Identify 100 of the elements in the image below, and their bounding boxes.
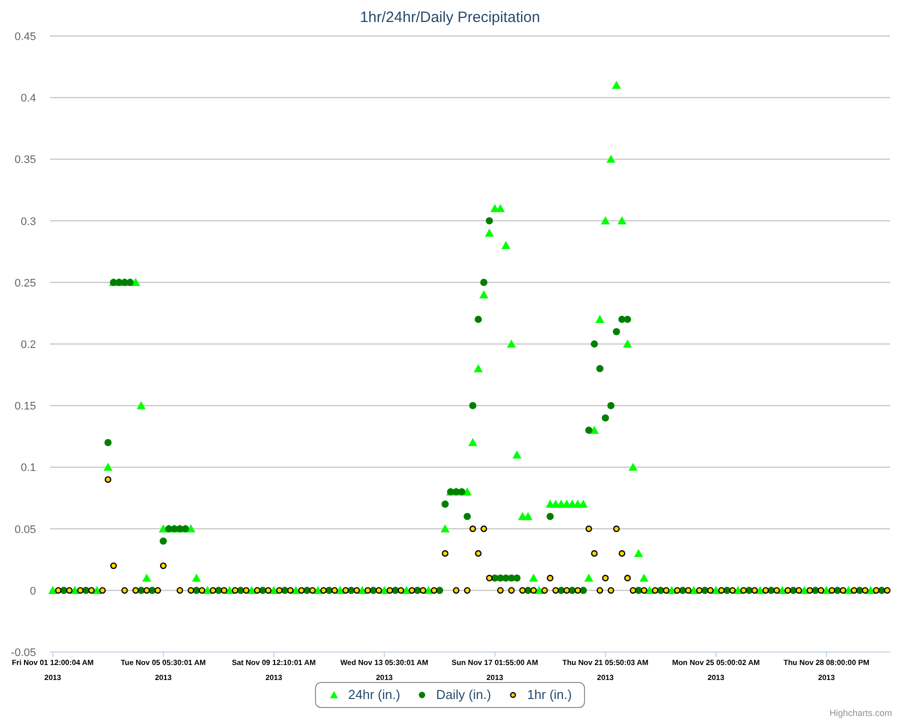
legend-item[interactable]: 24hr (in.) [348,684,400,704]
data-point [131,278,140,286]
data-point [689,586,698,594]
legend-marker-icon [328,688,340,700]
data-point [474,364,483,372]
data-point [225,586,234,594]
data-point [121,587,128,594]
data-point [711,586,720,594]
data-point [160,562,167,570]
data-point [645,586,654,594]
data-point [469,402,476,410]
data-point [142,574,152,582]
data-point [624,574,631,582]
data-point [640,574,649,582]
data-point [756,586,765,594]
data-point [600,216,610,224]
legend-item[interactable]: 1hr (in.) [527,684,572,704]
y-axis-label: 0.4 [20,92,36,105]
data-point [380,586,389,594]
data-point [269,586,278,594]
y-axis-label: 0.2 [20,339,36,351]
data-point [402,586,411,594]
data-point [474,316,482,323]
data-point [442,550,448,557]
data-point [612,80,621,89]
data-point [628,462,638,471]
data-point [314,586,323,594]
data-point [508,587,515,594]
data-point [176,587,184,594]
data-point [617,216,626,224]
data-point [591,550,598,557]
data-point [486,217,493,224]
data-point [452,587,460,594]
data-point [800,586,809,594]
y-axis-label: 0.3 [20,216,36,228]
data-point [440,524,450,532]
legend-item[interactable]: Daily (in.) [436,684,492,704]
y-axis-label: 0.1 [20,462,36,474]
data-point [529,574,538,582]
y-axis-label: 0.05 [14,524,36,536]
data-point [104,476,112,483]
data-point [734,586,743,594]
data-point [546,512,554,520]
data-point [602,574,609,582]
data-point [92,586,102,594]
data-point [104,438,112,446]
data-point [480,278,488,286]
data-point [595,314,604,323]
data-point [590,426,599,434]
data-point [578,500,588,508]
data-point [479,290,488,298]
data-point [336,586,345,594]
data-point [291,586,300,594]
data-point [534,586,544,594]
data-point [866,586,876,594]
data-point [822,586,831,594]
data-point [584,574,594,582]
data-point [596,365,604,372]
data-point [607,402,615,410]
data-point [104,462,113,471]
data-point [618,550,626,557]
data-point [590,340,598,348]
data-point [608,587,614,594]
data-point [464,587,471,594]
data-point [506,340,516,348]
data-point [474,550,482,557]
data-point [464,512,471,520]
data-point [110,562,117,570]
data-point [512,450,522,458]
data-point [586,526,592,532]
data-point [484,228,494,237]
data-point [623,340,632,348]
data-point [496,204,505,212]
data-point [606,154,616,163]
data-point [497,587,504,594]
chart-title: 1hr/24hr/Daily Precipitation [360,9,540,26]
data-point [480,526,488,532]
data-point [442,500,449,508]
data-point [501,240,510,250]
data-point [634,548,644,558]
data-point [612,328,620,336]
data-point [160,538,167,545]
data-point [468,438,478,446]
y-axis-label: 0.45 [14,31,36,43]
y-axis-label: 0.15 [14,400,36,413]
data-point [546,574,554,582]
data-point [524,512,533,520]
data-point [247,586,256,594]
data-point [203,586,212,594]
data-point [602,414,609,422]
data-point [568,500,577,508]
data-point [596,587,604,594]
y-axis-label: 0 [30,585,36,598]
data-point [844,586,854,594]
data-point [469,526,476,532]
data-point [70,586,80,594]
y-axis-label: 0.35 [14,154,36,166]
data-point [667,586,676,594]
data-point [778,586,787,594]
data-point [358,586,367,594]
